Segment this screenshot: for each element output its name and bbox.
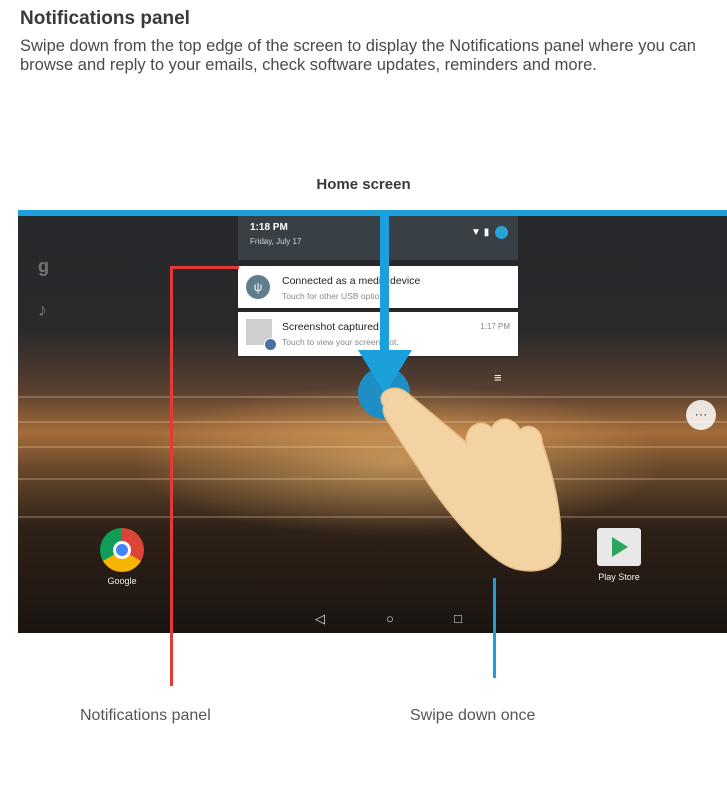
google-app[interactable]: Google <box>92 528 152 586</box>
hand-gesture-icon <box>380 387 562 572</box>
wifi-icon: ▼ <box>471 227 481 239</box>
notifications-panel-pointer-line-vertical <box>170 266 173 686</box>
callout-swipe-down: Swipe down once <box>410 707 536 724</box>
notification-subtitle: Touch for other USB options. <box>282 291 391 301</box>
all-apps-icon[interactable]: ⋯ <box>686 400 716 430</box>
usb-icon: ψ <box>246 275 270 299</box>
recents-icon[interactable]: □ <box>454 611 462 626</box>
notification-title: Connected as a media device <box>282 275 421 287</box>
description-text: Swipe down from the top edge of the scre… <box>20 37 696 74</box>
home-screen: g ♪ 1:18 PM Friday, July 17 ▼ ▮ ψ Connec… <box>18 216 727 633</box>
google-search-icon[interactable]: g <box>38 256 49 277</box>
notifications-panel-header: 1:18 PM Friday, July 17 ▼ ▮ <box>238 216 518 260</box>
play-store-app[interactable]: Play Store <box>584 528 654 582</box>
notifications-panel-pointer-line <box>170 266 239 269</box>
status-date: Friday, July 17 <box>250 237 302 246</box>
page-title: Notifications panel <box>20 8 190 29</box>
swipe-pointer-line <box>493 578 496 678</box>
callout-notifications-panel: Notifications panel <box>80 707 211 724</box>
app-label: Play Store <box>598 572 640 582</box>
microphone-icon[interactable]: ♪ <box>38 300 47 321</box>
notification-time: 1:17 PM <box>480 322 510 331</box>
notification-usb[interactable]: ψ Connected as a media device Touch for … <box>238 266 518 308</box>
play-store-icon <box>597 528 641 566</box>
notification-title: Screenshot captured. <box>282 321 382 333</box>
navigation-bar: ◁ ○ □ <box>18 605 727 633</box>
home-icon[interactable]: ○ <box>386 611 394 626</box>
chrome-icon <box>100 528 144 572</box>
battery-icon: ▮ <box>483 227 490 239</box>
status-time: 1:18 PM <box>250 222 288 233</box>
status-icons: ▼ ▮ <box>471 226 508 239</box>
swipe-arrow-shaft <box>380 216 389 356</box>
account-icon[interactable] <box>495 226 508 239</box>
back-icon[interactable]: ◁ <box>315 611 325 627</box>
app-label: Google <box>107 576 137 586</box>
home-screen-label: Home screen <box>316 176 411 193</box>
screenshot-badge-icon <box>264 338 277 351</box>
